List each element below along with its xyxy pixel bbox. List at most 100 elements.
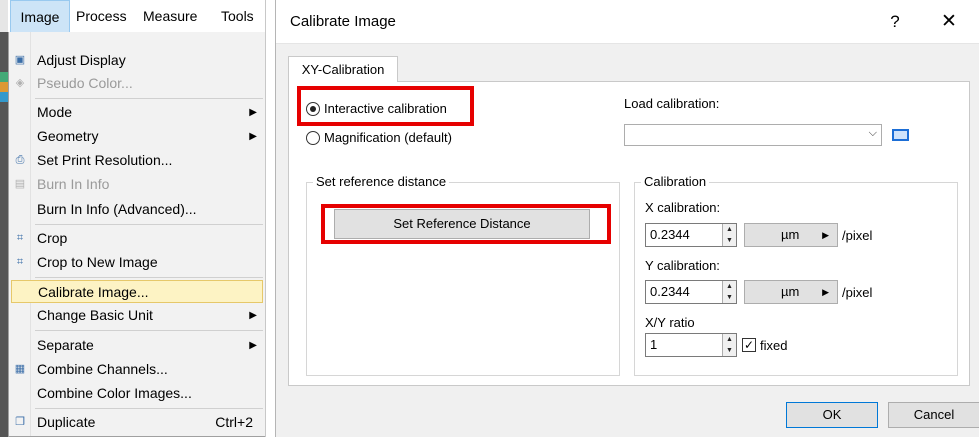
menu-item-label: Burn In Info (Advanced)... xyxy=(37,201,197,217)
menu-item-crop-to-new-image[interactable]: ⌗ Crop to New Image xyxy=(9,251,265,274)
combine-icon: ▦ xyxy=(14,363,26,375)
load-calibration-browse-button[interactable] xyxy=(890,124,912,146)
menu-separator xyxy=(35,98,263,99)
menubar: Image Process Measure Tools xyxy=(0,0,265,32)
menu-item-label: Burn In Info xyxy=(37,176,110,192)
fixed-checkbox[interactable]: ✓ xyxy=(742,338,756,352)
submenu-arrow-icon: ▶ xyxy=(249,310,257,321)
menu-item-set-print-resolution[interactable]: ⎙ Set Print Resolution... xyxy=(9,149,265,172)
radio-label: Magnification (default) xyxy=(324,130,452,145)
calibrate-image-dialog: Calibrate Image ? ✕ XY-Calibration Inter… xyxy=(275,0,979,437)
menu-item-combine-color-images[interactable]: Combine Color Images... xyxy=(9,382,265,405)
chevron-down-icon[interactable]: ⌵ xyxy=(869,127,877,140)
submenu-arrow-icon: ▶ xyxy=(249,131,257,142)
app-edge-swatch xyxy=(0,82,8,92)
menu-item-label: Combine Color Images... xyxy=(37,385,192,401)
crop-new-icon: ⌗ xyxy=(16,256,24,268)
load-calibration-label: Load calibration: xyxy=(624,96,720,111)
menu-item-separate[interactable]: Separate ▶ xyxy=(9,334,265,357)
menu-item-label: Change Basic Unit xyxy=(37,307,153,323)
menu-item-change-basic-unit[interactable]: Change Basic Unit ▶ xyxy=(9,304,265,327)
y-unit-label: µm xyxy=(781,284,800,299)
menu-item-pseudo-color[interactable]: ◈ Pseudo Color... xyxy=(9,72,265,95)
duplicate-icon: ❐ xyxy=(15,416,25,428)
app-edge-swatch xyxy=(0,92,8,102)
menu-item-burn-in-info[interactable]: ▤ Burn In Info xyxy=(9,173,265,196)
y-calibration-label: Y calibration: xyxy=(645,258,720,273)
group-title: Set reference distance xyxy=(313,174,450,189)
menubar-left-strip xyxy=(0,0,8,32)
menu-item-mode[interactable]: Mode ▶ xyxy=(9,101,265,124)
cancel-button[interactable]: Cancel xyxy=(888,402,979,428)
tab-xy-calibration[interactable]: XY-Calibration xyxy=(288,56,398,82)
background-app-edge xyxy=(0,32,8,437)
spin-arrows-icon[interactable]: ▲ ▼ xyxy=(722,334,736,356)
menu-item-crop[interactable]: ⌗ Crop xyxy=(9,227,265,250)
x-calibration-value: 0.2344 xyxy=(650,227,690,242)
spin-arrows-icon[interactable]: ▲ ▼ xyxy=(722,224,736,246)
x-unit-button[interactable]: µm ▶ xyxy=(744,223,838,247)
radio-button[interactable] xyxy=(306,131,320,145)
menu-item-label: Combine Channels... xyxy=(37,361,168,377)
close-icon[interactable]: ✕ xyxy=(934,8,964,36)
window-icon xyxy=(892,129,909,141)
xy-ratio-label: X/Y ratio xyxy=(645,315,695,330)
display-icon: ▣ xyxy=(14,54,26,66)
dialog-titlebar: Calibrate Image ? ✕ xyxy=(276,0,979,44)
menu-separator xyxy=(35,408,263,409)
menu-item-calibrate-image[interactable]: Calibrate Image... xyxy=(11,280,263,303)
menu-item-adjust-display[interactable]: ▣ Adjust Display xyxy=(9,49,265,72)
menu-item-label: Set Print Resolution... xyxy=(37,152,173,168)
menu-item-shortcut: Ctrl+2 xyxy=(215,414,253,430)
palette-icon: ◈ xyxy=(15,77,25,89)
menu-arrow-icon: ▶ xyxy=(822,230,829,240)
submenu-arrow-icon: ▶ xyxy=(249,340,257,351)
image-menu-panel: Image Process Measure Tools ▣ Adjust Dis… xyxy=(0,0,266,437)
menu-item-label: Crop xyxy=(37,230,68,246)
spin-arrows-icon[interactable]: ▲ ▼ xyxy=(722,281,736,303)
xy-ratio-spinbox[interactable]: 1 ▲ ▼ xyxy=(645,333,737,357)
print-icon: ⎙ xyxy=(15,154,25,166)
menu-item-label: Mode xyxy=(37,104,73,120)
image-menu-dropdown: ▣ Adjust Display ◈ Pseudo Color... Mode … xyxy=(8,32,265,437)
y-per-pixel-label: /pixel xyxy=(842,285,873,300)
xy-ratio-value: 1 xyxy=(650,337,658,352)
menu-separator xyxy=(35,224,263,225)
menu-item-duplicate[interactable]: ❐ Duplicate Ctrl+2 xyxy=(9,411,265,434)
menu-item-label: Crop to New Image xyxy=(37,254,158,270)
help-button[interactable]: ? xyxy=(880,8,910,36)
group-title: Calibration xyxy=(641,174,710,189)
menu-separator xyxy=(35,277,263,278)
menu-separator xyxy=(35,330,263,331)
submenu-arrow-icon: ▶ xyxy=(249,107,257,118)
x-per-pixel-label: /pixel xyxy=(842,228,873,243)
y-calibration-value: 0.2344 xyxy=(650,284,690,299)
y-unit-button[interactable]: µm ▶ xyxy=(744,280,838,304)
annotation-highlight-box xyxy=(297,86,474,126)
x-unit-label: µm xyxy=(781,227,800,242)
menubar-item-image[interactable]: Image xyxy=(10,0,70,32)
dialog-title: Calibrate Image xyxy=(290,13,396,30)
menu-item-label: Pseudo Color... xyxy=(37,75,133,91)
menu-item-label: Calibrate Image... xyxy=(38,284,149,300)
menu-item-combine-channels[interactable]: ▦ Combine Channels... xyxy=(9,358,265,381)
menubar-item-tools[interactable]: Tools xyxy=(221,0,254,32)
annotation-highlight-box xyxy=(321,204,611,244)
menu-item-label: Geometry xyxy=(37,128,99,144)
menu-item-geometry[interactable]: Geometry ▶ xyxy=(9,125,265,148)
crop-icon: ⌗ xyxy=(16,232,24,244)
x-calibration-spinbox[interactable]: 0.2344 ▲ ▼ xyxy=(645,223,737,247)
menu-item-label: Duplicate xyxy=(37,414,96,430)
menu-item-label: Separate xyxy=(37,337,94,353)
ok-button[interactable]: OK xyxy=(786,402,878,428)
menu-item-burn-in-info-advanced[interactable]: Burn In Info (Advanced)... xyxy=(9,198,265,221)
fixed-checkbox-label: fixed xyxy=(760,338,788,353)
app-edge-swatch xyxy=(0,72,8,82)
menu-item-label: Adjust Display xyxy=(37,52,126,68)
y-calibration-spinbox[interactable]: 0.2344 ▲ ▼ xyxy=(645,280,737,304)
radio-magnification-default[interactable]: Magnification (default) xyxy=(306,128,486,148)
menu-arrow-icon: ▶ xyxy=(822,287,829,297)
menubar-item-process[interactable]: Process xyxy=(76,0,127,32)
menubar-item-measure[interactable]: Measure xyxy=(143,0,197,32)
load-calibration-select[interactable]: ⌵ xyxy=(624,124,882,146)
